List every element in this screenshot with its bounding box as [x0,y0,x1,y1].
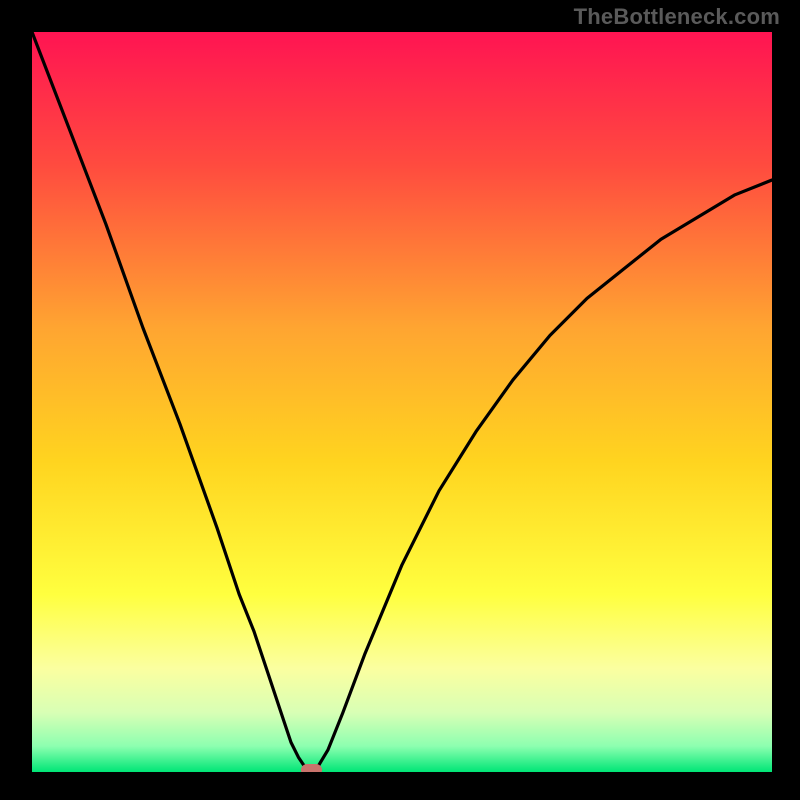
bottleneck-curve [32,32,772,772]
watermark-text: TheBottleneck.com [574,4,780,30]
chart-frame: TheBottleneck.com [0,0,800,800]
plot-area [32,32,772,772]
optimal-point-marker [301,764,322,772]
